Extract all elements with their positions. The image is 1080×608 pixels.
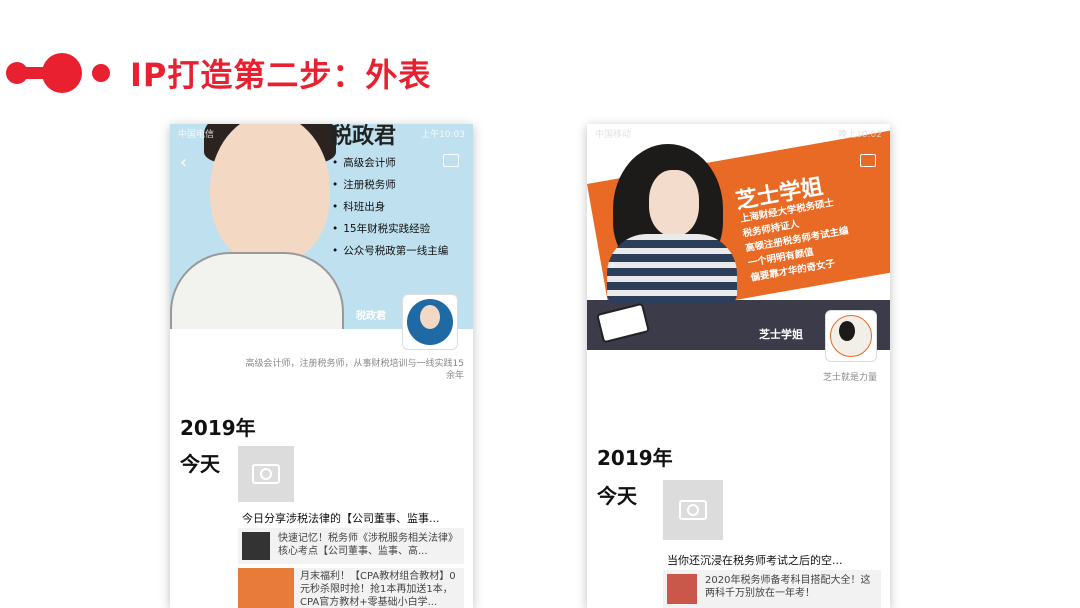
credential-list: 高级会计师 注册税务师 科班出身 15年财税实践经验 公众号税政第一线主编	[332, 152, 448, 262]
article-thumbnail	[667, 574, 697, 604]
year-label: 2019年	[597, 446, 673, 470]
carrier-label: 中国电信	[178, 129, 215, 140]
camera-icon[interactable]	[238, 446, 294, 502]
comment-icon[interactable]	[443, 154, 459, 167]
profile-bio: 高级会计师，注册税务师，从事财税培训与一线实践15余年	[245, 359, 464, 381]
logo-dot-big	[42, 53, 82, 93]
shared-article-card[interactable]: 月末福利！【CPA教材组合教材】0元秒杀限时抢！抢1本再加送1本，CPA官方教材…	[238, 568, 464, 608]
avatar[interactable]	[402, 294, 458, 350]
cover-nickname: 税政君	[356, 311, 386, 322]
illustration-body	[170, 252, 344, 329]
credential-item: 15年财税实践经验	[332, 218, 448, 240]
article-summary: 快速记忆！税务师《涉税服务相关法律》核心考点【公司董事、监事、高...	[278, 533, 458, 557]
clock-label: 上午10:03	[421, 129, 465, 140]
camera-icon[interactable]	[663, 480, 723, 540]
year-label: 2019年	[180, 416, 256, 440]
avatar[interactable]	[825, 310, 877, 362]
phone-screenshot-right: 芝士学姐 上海财经大学税务硕士 税务师持证人 高顿注册税务师考试主编 一个明明有…	[587, 124, 890, 608]
credential-item: 高级会计师	[332, 152, 448, 174]
credential-item: 注册税务师	[332, 174, 448, 196]
cover-nickname: 芝士学姐	[759, 328, 803, 341]
phone-screenshot-left: 税政君 高级会计师 注册税务师 科班出身 15年财税实践经验 公众号税政第一线主…	[170, 124, 473, 608]
logo-dot-small	[92, 64, 110, 82]
status-bar: 中国电信 上午10:03	[170, 124, 473, 142]
avatar-face	[839, 321, 855, 341]
post-title[interactable]: 今日分享涉税法律的【公司董事、监事...	[242, 510, 462, 526]
credential-item: 公众号税政第一线主编	[332, 240, 448, 262]
slide-title: IP打造第二步：外表	[130, 56, 432, 94]
article-thumbnail	[238, 568, 294, 608]
post-title[interactable]: 当你还沉浸在税务师考试之后的空...	[667, 552, 881, 568]
article-summary: 月末福利！【CPA教材组合教材】0元秒杀限时抢！抢1本再加送1本，CPA官方教材…	[300, 571, 456, 608]
carrier-label: 中国移动	[595, 129, 632, 140]
today-label: 今天	[180, 452, 220, 476]
today-label: 今天	[597, 484, 637, 508]
shared-article-card[interactable]: 2020年税务师备考科目搭配大全！这两科千万别放在一年考！	[663, 570, 881, 608]
comment-icon[interactable]	[860, 154, 876, 167]
back-icon[interactable]: ‹	[180, 152, 187, 173]
shared-article-card[interactable]: 快速记忆！税务师《涉税服务相关法律》核心考点【公司董事、监事、高...	[238, 528, 464, 564]
illustration-face	[649, 170, 699, 236]
status-bar: 中国移动 晚上10:02	[587, 124, 890, 142]
clock-label: 晚上10:02	[838, 129, 882, 140]
credential-item: 科班出身	[332, 196, 448, 218]
article-summary: 2020年税务师备考科目搭配大全！这两科千万别放在一年考！	[705, 575, 871, 599]
avatar-face	[420, 305, 440, 329]
illustration-face	[210, 124, 330, 264]
back-icon[interactable]: ‹	[597, 152, 604, 173]
illustration-shirt	[607, 234, 737, 304]
profile-bio: 芝士就是力量	[822, 373, 877, 383]
article-thumbnail	[242, 532, 270, 560]
